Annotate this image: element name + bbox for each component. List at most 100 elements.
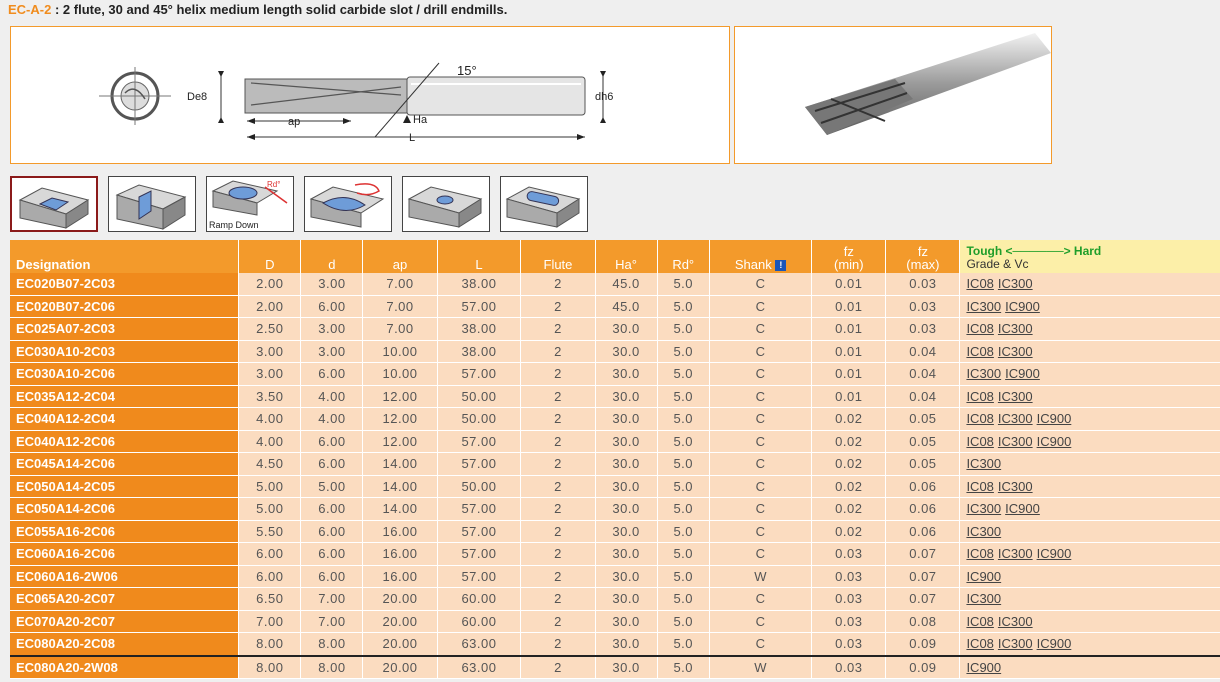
grade-link[interactable]: IC300 xyxy=(966,299,1001,314)
designation-cell[interactable]: EC025A07-2C03 xyxy=(10,317,240,341)
designation-cell[interactable]: EC020B07-2C03 xyxy=(10,273,240,296)
cell-ha: 45.0 xyxy=(595,295,658,318)
cell-rd: 5.0 xyxy=(657,654,710,679)
col-L[interactable]: L xyxy=(437,240,522,273)
grade-link[interactable]: IC300 xyxy=(998,546,1033,561)
grade-link[interactable]: IC08 xyxy=(966,636,993,651)
table-row[interactable]: EC030A10-2C06 3.00 6.00 10.00 57.00 2 30.0 5.0 C… xyxy=(10,362,1220,386)
grade-link[interactable]: IC300 xyxy=(966,591,1001,606)
designation-cell[interactable]: EC050A14-2C06 xyxy=(10,497,240,521)
grade-link[interactable]: IC300 xyxy=(998,614,1033,629)
grade-link[interactable]: IC900 xyxy=(1037,636,1072,651)
grade-link[interactable]: IC300 xyxy=(998,344,1033,359)
designation-cell[interactable]: EC070A20-2C07 xyxy=(10,610,240,633)
tile-drilling[interactable] xyxy=(402,176,490,232)
table-row[interactable]: EC040A12-2C04 4.00 4.00 12.00 50.00 2 30.0 5.0 C… xyxy=(10,407,1220,431)
col-shank[interactable]: Shank ! xyxy=(709,240,813,273)
designation-cell[interactable]: EC020B07-2C06 xyxy=(10,295,240,318)
grade-link[interactable]: IC900 xyxy=(1037,546,1072,561)
col-designation[interactable]: Designation xyxy=(10,240,240,273)
cell-L: 57.00 xyxy=(437,497,522,521)
info-icon[interactable]: ! xyxy=(775,260,787,271)
table-row[interactable]: EC045A14-2C06 4.50 6.00 14.00 57.00 2 30.0 5.0 C… xyxy=(10,452,1220,476)
table-row[interactable]: EC060A16-2C06 6.00 6.00 16.00 57.00 2 30.0 5.0 C… xyxy=(10,542,1220,566)
designation-cell[interactable]: EC040A12-2C06 xyxy=(10,430,240,453)
grade-link[interactable]: IC300 xyxy=(998,389,1033,404)
grade-link[interactable]: IC300 xyxy=(966,501,1001,516)
col-fz-max[interactable]: fz (max) xyxy=(885,240,961,273)
grade-cell: IC300 xyxy=(959,452,1220,476)
designation-cell[interactable]: EC060A16-2W06 xyxy=(10,565,240,588)
table-row[interactable]: EC050A14-2C06 5.00 6.00 14.00 57.00 2 30.0 5.0 C… xyxy=(10,497,1220,521)
technical-drawing-panel: 15° De8 dh6 ap Ha L xyxy=(10,26,730,164)
table-row[interactable]: EC020B07-2C03 2.00 3.00 7.00 38.00 2 45.0 5.0 C 0… xyxy=(10,273,1220,296)
grade-link[interactable]: IC300 xyxy=(998,411,1033,426)
col-d[interactable]: d xyxy=(300,240,364,273)
grade-link[interactable]: IC08 xyxy=(966,546,993,561)
designation-cell[interactable]: EC055A16-2C06 xyxy=(10,520,240,543)
table-row[interactable]: EC050A14-2C05 5.00 5.00 14.00 50.00 2 30.0 5.0 C… xyxy=(10,475,1220,498)
col-fz-min[interactable]: fz (min) xyxy=(811,240,887,273)
designation-cell[interactable]: EC080A20-2W08 xyxy=(10,654,240,679)
grade-link[interactable]: IC900 xyxy=(1037,411,1072,426)
designation-cell[interactable]: EC065A20-2C07 xyxy=(10,587,240,611)
grade-link[interactable]: IC300 xyxy=(966,524,1001,539)
cell-L: 60.00 xyxy=(437,587,522,611)
grade-link[interactable]: IC08 xyxy=(966,321,993,336)
designation-cell[interactable]: EC040A12-2C04 xyxy=(10,407,240,431)
designation-cell[interactable]: EC060A16-2C06 xyxy=(10,542,240,566)
col-D[interactable]: D xyxy=(238,240,302,273)
table-row[interactable]: EC020B07-2C06 2.00 6.00 7.00 57.00 2 45.0 5.0 C 0… xyxy=(10,295,1220,318)
table-row[interactable]: EC035A12-2C04 3.50 4.00 12.00 50.00 2 30.0 5.0 C… xyxy=(10,385,1220,408)
table-row[interactable]: EC040A12-2C06 4.00 6.00 12.00 57.00 2 30.0 5.0 C… xyxy=(10,430,1220,453)
grade-link[interactable]: IC300 xyxy=(966,366,1001,381)
helix-angle-label: 15° xyxy=(457,63,477,78)
cell-d: 6.00 xyxy=(300,452,364,476)
grade-link[interactable]: IC900 xyxy=(1037,434,1072,449)
tile-shoulder-milling[interactable] xyxy=(108,176,196,232)
table-row[interactable]: EC080A20-2W08 8.00 8.00 20.00 63.00 2 30.0 5.0 W… xyxy=(10,654,1220,679)
designation-cell[interactable]: EC035A12-2C04 xyxy=(10,385,240,408)
shoulder-milling-icon xyxy=(115,184,187,230)
tile-ramp-down[interactable]: Rd° Ramp Down xyxy=(206,176,294,232)
grade-link[interactable]: IC08 xyxy=(966,479,993,494)
grade-link[interactable]: IC300 xyxy=(998,479,1033,494)
designation-cell[interactable]: EC045A14-2C06 xyxy=(10,452,240,476)
table-row[interactable]: EC080A20-2C08 8.00 8.00 20.00 63.00 2 30.0 5.0 C… xyxy=(10,632,1220,656)
grade-link[interactable]: IC08 xyxy=(966,434,993,449)
col-rd[interactable]: Rd° xyxy=(657,240,710,273)
grade-link[interactable]: IC300 xyxy=(998,636,1033,651)
table-row[interactable]: EC025A07-2C03 2.50 3.00 7.00 38.00 2 30.0 5.0 C 0… xyxy=(10,317,1220,341)
designation-cell[interactable]: EC050A14-2C05 xyxy=(10,475,240,498)
col-ap[interactable]: ap xyxy=(362,240,438,273)
cell-ha: 45.0 xyxy=(595,273,658,296)
grade-link[interactable]: IC08 xyxy=(966,344,993,359)
designation-cell[interactable]: EC030A10-2C06 xyxy=(10,362,240,386)
tile-pocket-slot[interactable] xyxy=(500,176,588,232)
col-ha[interactable]: Ha° xyxy=(595,240,658,273)
grade-link[interactable]: IC300 xyxy=(998,276,1033,291)
designation-cell[interactable]: EC080A20-2C08 xyxy=(10,632,240,656)
grade-link[interactable]: IC08 xyxy=(966,411,993,426)
tile-helical-interpolation[interactable] xyxy=(304,176,392,232)
table-row[interactable]: EC030A10-2C03 3.00 3.00 10.00 38.00 2 30.0 5.0 C… xyxy=(10,340,1220,363)
col-flute[interactable]: Flute xyxy=(520,240,596,273)
table-row[interactable]: EC070A20-2C07 7.00 7.00 20.00 60.00 2 30.0 5.0 C… xyxy=(10,610,1220,633)
grade-link[interactable]: IC300 xyxy=(966,456,1001,471)
table-row[interactable]: EC055A16-2C06 5.50 6.00 16.00 57.00 2 30.0 5.0 C… xyxy=(10,520,1220,543)
grade-link[interactable]: IC900 xyxy=(966,569,1001,584)
grade-link[interactable]: IC900 xyxy=(966,660,1001,675)
grade-link[interactable]: IC900 xyxy=(1005,366,1040,381)
grade-link[interactable]: IC300 xyxy=(998,434,1033,449)
cell-fzmax: 0.09 xyxy=(885,654,961,679)
designation-cell[interactable]: EC030A10-2C03 xyxy=(10,340,240,363)
grade-link[interactable]: IC08 xyxy=(966,389,993,404)
table-row[interactable]: EC060A16-2W06 6.00 6.00 16.00 57.00 2 30.0 5.0 W… xyxy=(10,565,1220,588)
grade-link[interactable]: IC08 xyxy=(966,276,993,291)
grade-link[interactable]: IC08 xyxy=(966,614,993,629)
grade-link[interactable]: IC900 xyxy=(1005,299,1040,314)
grade-link[interactable]: IC900 xyxy=(1005,501,1040,516)
tile-slot-milling[interactable] xyxy=(10,176,98,232)
grade-link[interactable]: IC300 xyxy=(998,321,1033,336)
table-row[interactable]: EC065A20-2C07 6.50 7.00 20.00 60.00 2 30.0 5.0 C… xyxy=(10,587,1220,611)
